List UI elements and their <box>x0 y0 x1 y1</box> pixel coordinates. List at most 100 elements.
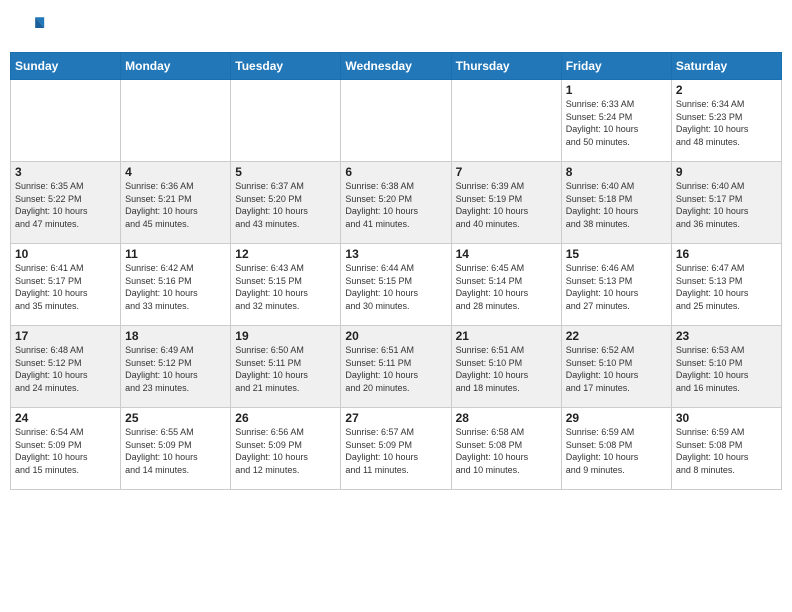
day-info: Sunrise: 6:57 AM Sunset: 5:09 PM Dayligh… <box>345 426 446 476</box>
calendar-day-cell: 29Sunrise: 6:59 AM Sunset: 5:08 PM Dayli… <box>561 408 671 490</box>
day-number: 18 <box>125 329 226 343</box>
day-number: 5 <box>235 165 336 179</box>
day-info: Sunrise: 6:38 AM Sunset: 5:20 PM Dayligh… <box>345 180 446 230</box>
day-number: 24 <box>15 411 116 425</box>
day-info: Sunrise: 6:54 AM Sunset: 5:09 PM Dayligh… <box>15 426 116 476</box>
day-number: 19 <box>235 329 336 343</box>
day-number: 22 <box>566 329 667 343</box>
calendar-day-cell: 30Sunrise: 6:59 AM Sunset: 5:08 PM Dayli… <box>671 408 781 490</box>
calendar-day-cell: 2Sunrise: 6:34 AM Sunset: 5:23 PM Daylig… <box>671 80 781 162</box>
calendar-day-cell: 13Sunrise: 6:44 AM Sunset: 5:15 PM Dayli… <box>341 244 451 326</box>
day-number: 7 <box>456 165 557 179</box>
day-info: Sunrise: 6:41 AM Sunset: 5:17 PM Dayligh… <box>15 262 116 312</box>
calendar-day-cell: 10Sunrise: 6:41 AM Sunset: 5:17 PM Dayli… <box>11 244 121 326</box>
weekday-header: Monday <box>121 53 231 80</box>
day-number: 12 <box>235 247 336 261</box>
calendar-empty-cell <box>11 80 121 162</box>
day-number: 16 <box>676 247 777 261</box>
calendar-day-cell: 21Sunrise: 6:51 AM Sunset: 5:10 PM Dayli… <box>451 326 561 408</box>
calendar-day-cell: 11Sunrise: 6:42 AM Sunset: 5:16 PM Dayli… <box>121 244 231 326</box>
calendar-empty-cell <box>121 80 231 162</box>
day-number: 27 <box>345 411 446 425</box>
day-info: Sunrise: 6:42 AM Sunset: 5:16 PM Dayligh… <box>125 262 226 312</box>
day-info: Sunrise: 6:48 AM Sunset: 5:12 PM Dayligh… <box>15 344 116 394</box>
calendar-week-row: 17Sunrise: 6:48 AM Sunset: 5:12 PM Dayli… <box>11 326 782 408</box>
calendar-week-row: 1Sunrise: 6:33 AM Sunset: 5:24 PM Daylig… <box>11 80 782 162</box>
calendar-day-cell: 19Sunrise: 6:50 AM Sunset: 5:11 PM Dayli… <box>231 326 341 408</box>
calendar-week-row: 3Sunrise: 6:35 AM Sunset: 5:22 PM Daylig… <box>11 162 782 244</box>
day-info: Sunrise: 6:53 AM Sunset: 5:10 PM Dayligh… <box>676 344 777 394</box>
day-info: Sunrise: 6:39 AM Sunset: 5:19 PM Dayligh… <box>456 180 557 230</box>
calendar-table: SundayMondayTuesdayWednesdayThursdayFrid… <box>10 52 782 490</box>
calendar-week-row: 24Sunrise: 6:54 AM Sunset: 5:09 PM Dayli… <box>11 408 782 490</box>
day-number: 20 <box>345 329 446 343</box>
calendar-day-cell: 14Sunrise: 6:45 AM Sunset: 5:14 PM Dayli… <box>451 244 561 326</box>
day-number: 13 <box>345 247 446 261</box>
day-info: Sunrise: 6:40 AM Sunset: 5:18 PM Dayligh… <box>566 180 667 230</box>
day-info: Sunrise: 6:59 AM Sunset: 5:08 PM Dayligh… <box>566 426 667 476</box>
calendar-day-cell: 16Sunrise: 6:47 AM Sunset: 5:13 PM Dayli… <box>671 244 781 326</box>
day-info: Sunrise: 6:49 AM Sunset: 5:12 PM Dayligh… <box>125 344 226 394</box>
day-info: Sunrise: 6:44 AM Sunset: 5:15 PM Dayligh… <box>345 262 446 312</box>
calendar-day-cell: 5Sunrise: 6:37 AM Sunset: 5:20 PM Daylig… <box>231 162 341 244</box>
day-number: 25 <box>125 411 226 425</box>
weekday-header: Thursday <box>451 53 561 80</box>
calendar-empty-cell <box>231 80 341 162</box>
day-number: 21 <box>456 329 557 343</box>
calendar-day-cell: 15Sunrise: 6:46 AM Sunset: 5:13 PM Dayli… <box>561 244 671 326</box>
day-info: Sunrise: 6:34 AM Sunset: 5:23 PM Dayligh… <box>676 98 777 148</box>
day-info: Sunrise: 6:51 AM Sunset: 5:11 PM Dayligh… <box>345 344 446 394</box>
day-info: Sunrise: 6:43 AM Sunset: 5:15 PM Dayligh… <box>235 262 336 312</box>
weekday-header-row: SundayMondayTuesdayWednesdayThursdayFrid… <box>11 53 782 80</box>
calendar-day-cell: 1Sunrise: 6:33 AM Sunset: 5:24 PM Daylig… <box>561 80 671 162</box>
weekday-header: Tuesday <box>231 53 341 80</box>
logo-icon <box>10 10 46 46</box>
day-number: 4 <box>125 165 226 179</box>
calendar-day-cell: 18Sunrise: 6:49 AM Sunset: 5:12 PM Dayli… <box>121 326 231 408</box>
day-number: 30 <box>676 411 777 425</box>
day-info: Sunrise: 6:37 AM Sunset: 5:20 PM Dayligh… <box>235 180 336 230</box>
day-info: Sunrise: 6:46 AM Sunset: 5:13 PM Dayligh… <box>566 262 667 312</box>
day-info: Sunrise: 6:55 AM Sunset: 5:09 PM Dayligh… <box>125 426 226 476</box>
calendar-day-cell: 12Sunrise: 6:43 AM Sunset: 5:15 PM Dayli… <box>231 244 341 326</box>
calendar-day-cell: 8Sunrise: 6:40 AM Sunset: 5:18 PM Daylig… <box>561 162 671 244</box>
calendar-day-cell: 28Sunrise: 6:58 AM Sunset: 5:08 PM Dayli… <box>451 408 561 490</box>
day-number: 6 <box>345 165 446 179</box>
calendar-empty-cell <box>451 80 561 162</box>
calendar-empty-cell <box>341 80 451 162</box>
day-info: Sunrise: 6:59 AM Sunset: 5:08 PM Dayligh… <box>676 426 777 476</box>
calendar-week-row: 10Sunrise: 6:41 AM Sunset: 5:17 PM Dayli… <box>11 244 782 326</box>
day-number: 28 <box>456 411 557 425</box>
calendar-day-cell: 6Sunrise: 6:38 AM Sunset: 5:20 PM Daylig… <box>341 162 451 244</box>
day-number: 26 <box>235 411 336 425</box>
day-info: Sunrise: 6:40 AM Sunset: 5:17 PM Dayligh… <box>676 180 777 230</box>
calendar-day-cell: 27Sunrise: 6:57 AM Sunset: 5:09 PM Dayli… <box>341 408 451 490</box>
calendar-day-cell: 25Sunrise: 6:55 AM Sunset: 5:09 PM Dayli… <box>121 408 231 490</box>
logo <box>10 10 50 46</box>
day-number: 8 <box>566 165 667 179</box>
calendar-day-cell: 24Sunrise: 6:54 AM Sunset: 5:09 PM Dayli… <box>11 408 121 490</box>
day-info: Sunrise: 6:52 AM Sunset: 5:10 PM Dayligh… <box>566 344 667 394</box>
calendar-day-cell: 26Sunrise: 6:56 AM Sunset: 5:09 PM Dayli… <box>231 408 341 490</box>
calendar-day-cell: 20Sunrise: 6:51 AM Sunset: 5:11 PM Dayli… <box>341 326 451 408</box>
calendar-day-cell: 7Sunrise: 6:39 AM Sunset: 5:19 PM Daylig… <box>451 162 561 244</box>
calendar-day-cell: 23Sunrise: 6:53 AM Sunset: 5:10 PM Dayli… <box>671 326 781 408</box>
day-number: 14 <box>456 247 557 261</box>
day-number: 11 <box>125 247 226 261</box>
day-info: Sunrise: 6:45 AM Sunset: 5:14 PM Dayligh… <box>456 262 557 312</box>
calendar-day-cell: 17Sunrise: 6:48 AM Sunset: 5:12 PM Dayli… <box>11 326 121 408</box>
day-number: 9 <box>676 165 777 179</box>
day-number: 10 <box>15 247 116 261</box>
day-info: Sunrise: 6:58 AM Sunset: 5:08 PM Dayligh… <box>456 426 557 476</box>
day-number: 29 <box>566 411 667 425</box>
weekday-header: Friday <box>561 53 671 80</box>
weekday-header: Saturday <box>671 53 781 80</box>
day-number: 23 <box>676 329 777 343</box>
weekday-header: Wednesday <box>341 53 451 80</box>
calendar-day-cell: 3Sunrise: 6:35 AM Sunset: 5:22 PM Daylig… <box>11 162 121 244</box>
day-info: Sunrise: 6:36 AM Sunset: 5:21 PM Dayligh… <box>125 180 226 230</box>
page-header <box>10 10 782 46</box>
day-info: Sunrise: 6:51 AM Sunset: 5:10 PM Dayligh… <box>456 344 557 394</box>
day-info: Sunrise: 6:47 AM Sunset: 5:13 PM Dayligh… <box>676 262 777 312</box>
calendar-day-cell: 22Sunrise: 6:52 AM Sunset: 5:10 PM Dayli… <box>561 326 671 408</box>
